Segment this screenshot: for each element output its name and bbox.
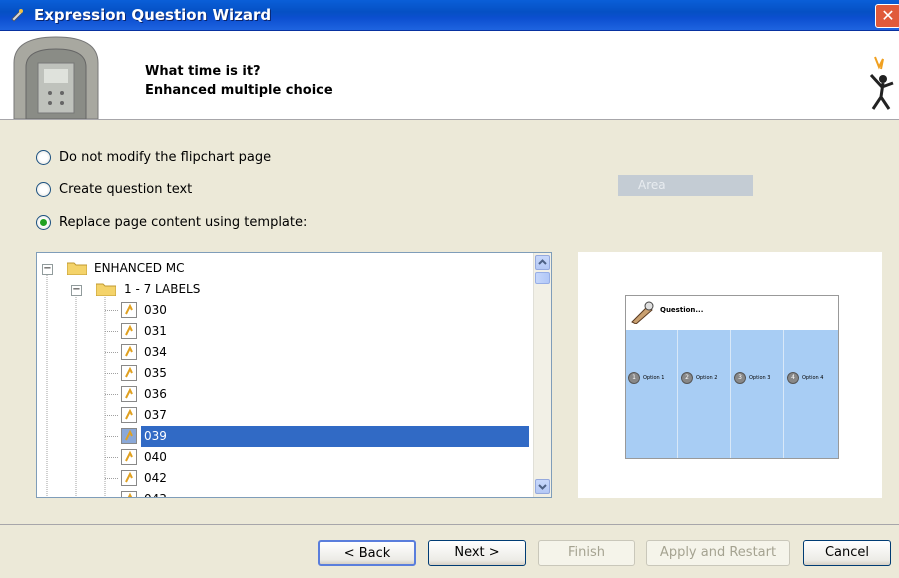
- radio-button[interactable]: [36, 150, 51, 165]
- preview-option: 1 Option 1: [628, 372, 664, 384]
- scroll-up-button[interactable]: [535, 255, 550, 270]
- tree-item[interactable]: 042: [37, 468, 535, 489]
- folder-icon: [96, 283, 116, 296]
- chevron-down-icon: [538, 484, 547, 490]
- radio-label: Do not modify the flipchart page: [59, 150, 272, 165]
- preview-column: [679, 330, 731, 458]
- tree-connector: [105, 310, 119, 311]
- preview-question: Question...: [660, 306, 704, 314]
- tree-item-label: 034: [144, 345, 167, 359]
- tree-connector: [105, 352, 119, 353]
- template-file-icon: [121, 365, 137, 381]
- title-bar: Expression Question Wizard ✕: [0, 0, 899, 31]
- preview-option: 4 Option 4: [787, 372, 823, 384]
- radio-label: Create question text: [59, 182, 193, 197]
- back-button[interactable]: < Back: [318, 540, 416, 566]
- tree-node-child[interactable]: − 1 - 7 LABELS: [37, 279, 517, 300]
- area-field: Area: [618, 175, 753, 196]
- template-file-icon: [121, 344, 137, 360]
- preview-slide: Question... 1 Option 1 2 Option 2 3 Option …: [625, 295, 839, 459]
- tree-connector: [105, 478, 119, 479]
- window-title: Expression Question Wizard: [34, 6, 272, 24]
- tree-connector: [105, 373, 119, 374]
- tree-connector: [105, 394, 119, 395]
- tree-label: 1 - 7 LABELS: [124, 282, 201, 296]
- tree-item[interactable]: 034: [37, 342, 535, 363]
- tree-item[interactable]: 037: [37, 405, 535, 426]
- folder-icon: [67, 262, 87, 275]
- radio-replace-page-content[interactable]: Replace page content using template:: [36, 215, 307, 230]
- preview-column: [732, 330, 784, 458]
- tree-node-root[interactable]: − ENHANCED MC: [37, 258, 517, 279]
- footer-divider: [0, 524, 899, 525]
- apply-and-restart-button[interactable]: Apply and Restart: [646, 540, 790, 566]
- scroll-thumb[interactable]: [535, 272, 550, 284]
- tree-connector: [105, 457, 119, 458]
- tree-item-label: 036: [144, 387, 167, 401]
- chevron-up-icon: [538, 259, 547, 265]
- preview-column: [626, 330, 678, 458]
- finish-button[interactable]: Finish: [538, 540, 635, 566]
- wizard-header: What time is it? Enhanced multiple choic…: [0, 31, 899, 120]
- cancel-button[interactable]: Cancel: [803, 540, 891, 566]
- header-title: What time is it?: [145, 64, 261, 79]
- radio-do-not-modify[interactable]: Do not modify the flipchart page: [36, 150, 271, 165]
- tree-item[interactable]: 035: [37, 363, 535, 384]
- close-icon: ✕: [881, 6, 895, 25]
- preview-column: [785, 330, 837, 458]
- template-file-icon: [121, 407, 137, 423]
- radio-button[interactable]: [36, 182, 51, 197]
- tree-item-label: 042: [144, 471, 167, 485]
- next-button[interactable]: Next >: [428, 540, 526, 566]
- tree-item[interactable]: 043: [37, 489, 535, 498]
- tree-item[interactable]: 039: [37, 426, 535, 447]
- tree-label: ENHANCED MC: [94, 261, 185, 275]
- tree-item-label: 030: [144, 303, 167, 317]
- collapse-icon[interactable]: −: [42, 264, 53, 275]
- radio-label: Replace page content using template:: [59, 215, 308, 230]
- preview-option: 3 Option 3: [734, 372, 770, 384]
- tree-item-label: 035: [144, 366, 167, 380]
- collapse-icon[interactable]: −: [71, 285, 82, 296]
- template-preview: Question... 1 Option 1 2 Option 2 3 Option …: [578, 252, 882, 498]
- tree-item[interactable]: 031: [37, 321, 535, 342]
- quill-icon: [631, 301, 654, 324]
- tree-item-label: 037: [144, 408, 167, 422]
- tree-item-label: 039: [141, 426, 529, 447]
- header-subtitle: Enhanced multiple choice: [145, 83, 333, 98]
- tree-item-label: 043: [141, 489, 170, 497]
- template-file-icon: [121, 470, 137, 486]
- app-icon: [11, 9, 23, 22]
- template-file-icon: [121, 323, 137, 339]
- tree-scrollbar[interactable]: [533, 253, 551, 497]
- tree-item-label: 031: [144, 324, 167, 338]
- tree-connector: [105, 415, 119, 416]
- template-file-icon: [121, 428, 137, 444]
- template-file-icon: [121, 386, 137, 402]
- tree-item[interactable]: 040: [37, 447, 535, 468]
- radio-button[interactable]: [36, 215, 51, 230]
- template-tree[interactable]: − ENHANCED MC − 1 - 7 LABELS 030 031 034 03…: [36, 252, 552, 498]
- tree-connector: [105, 489, 121, 498]
- mascot-icon: [869, 56, 894, 110]
- template-file-icon: [121, 302, 137, 318]
- close-button[interactable]: ✕: [875, 4, 899, 28]
- radio-create-question-text[interactable]: Create question text: [36, 182, 192, 197]
- tree-connector: [105, 331, 119, 332]
- clicker-device-image: [13, 36, 99, 119]
- tree-item-label: 040: [144, 450, 167, 464]
- tree-item[interactable]: 030: [37, 300, 535, 321]
- preview-option: 2 Option 2: [681, 372, 717, 384]
- tree-connector: [105, 436, 119, 437]
- preview-header: Question...: [626, 296, 838, 330]
- template-file-icon: [121, 491, 137, 497]
- scroll-down-button[interactable]: [535, 479, 550, 494]
- template-file-icon: [121, 449, 137, 465]
- tree-item[interactable]: 036: [37, 384, 535, 405]
